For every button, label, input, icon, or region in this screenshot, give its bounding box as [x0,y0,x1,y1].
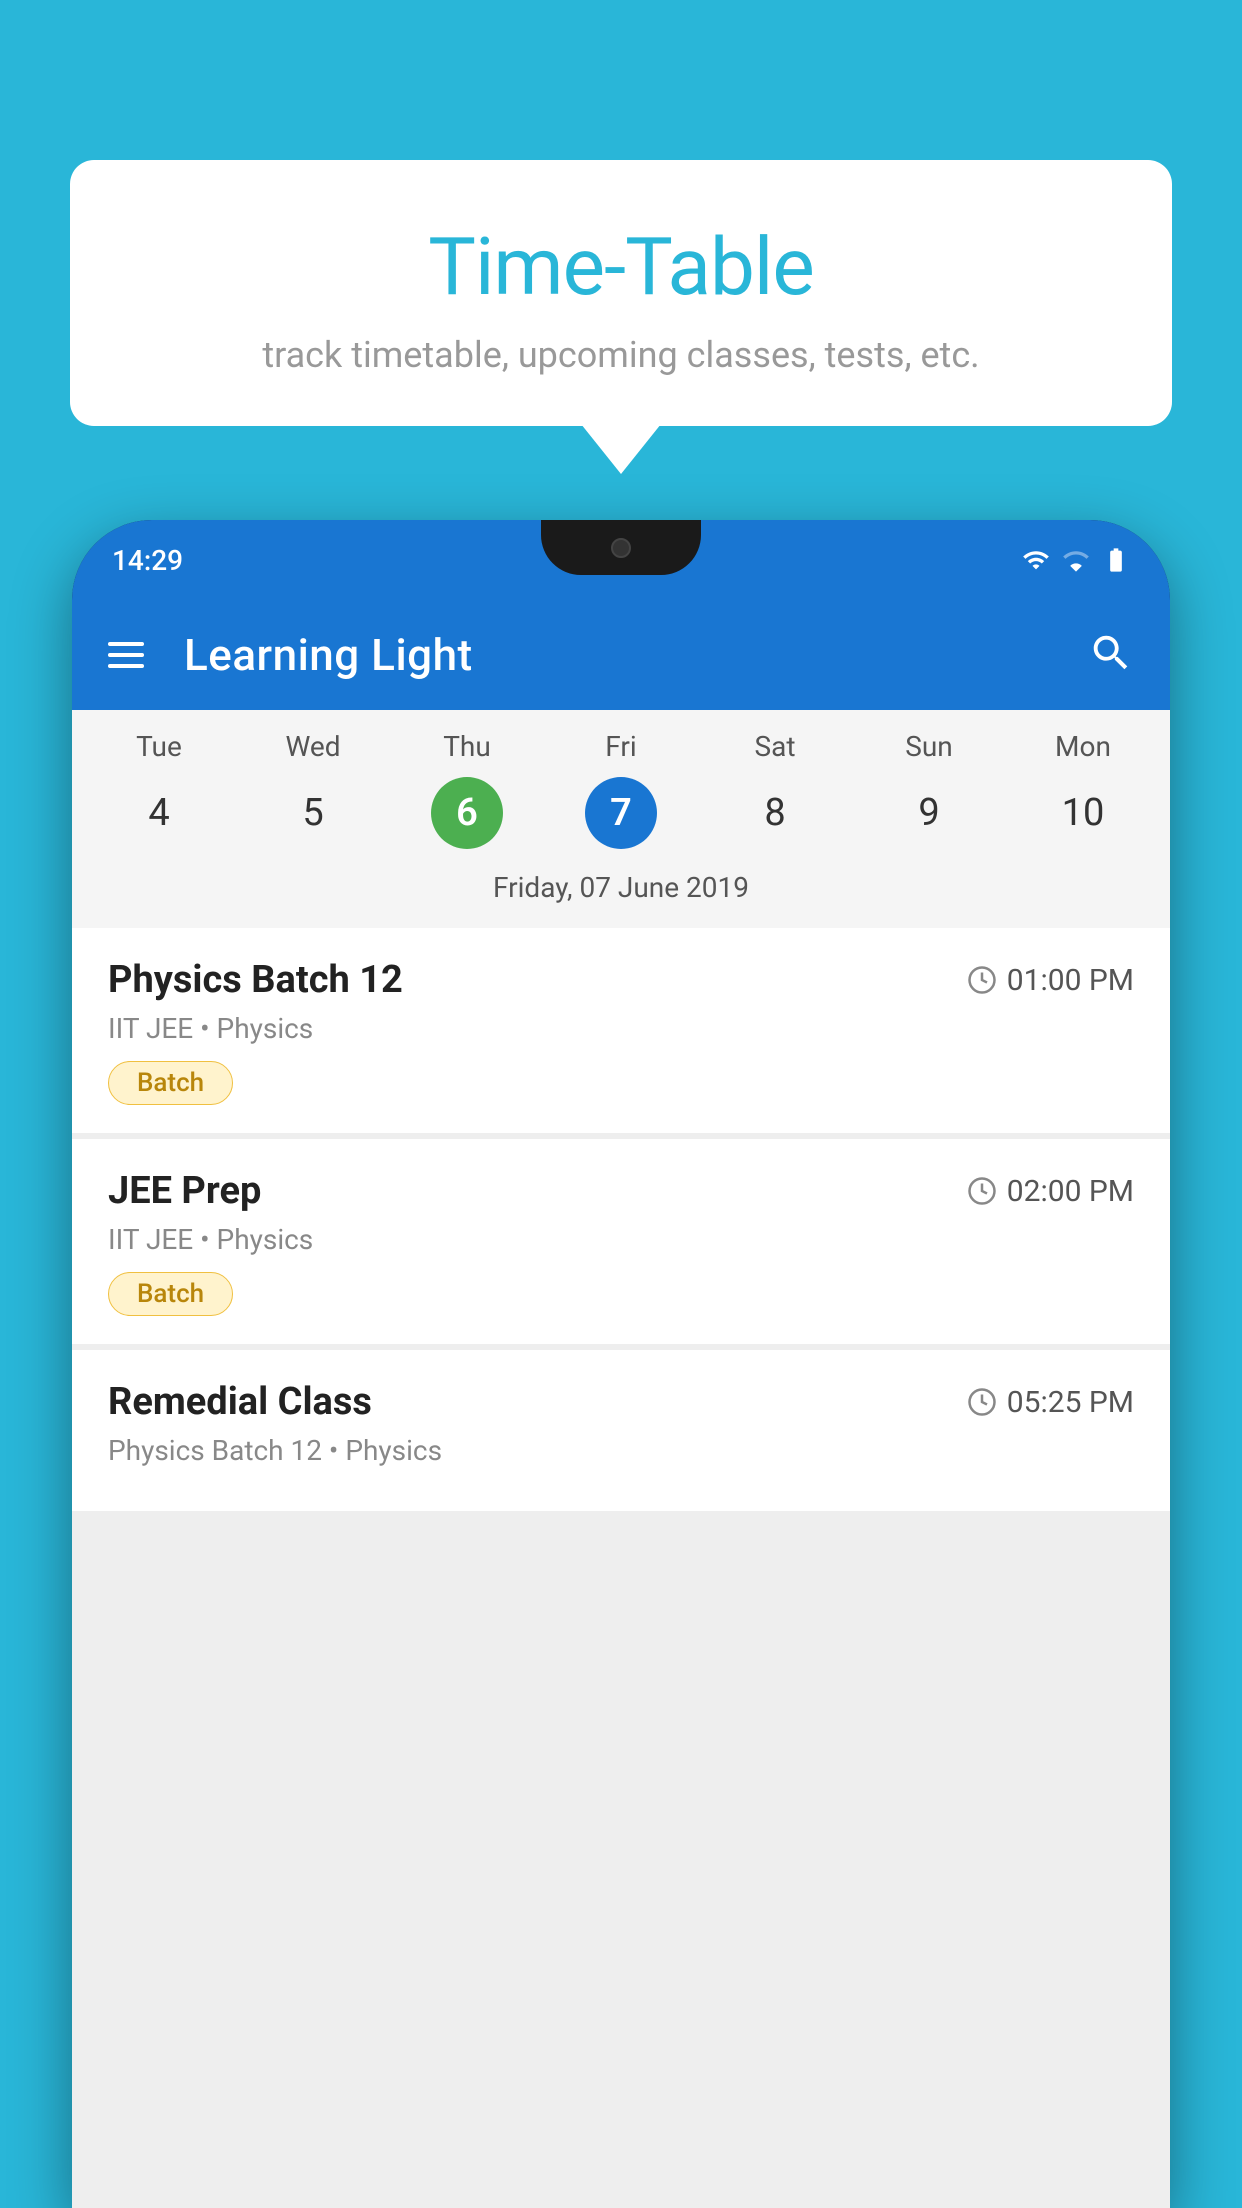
day-numbers-row: 4 5 6 7 8 9 10 [82,777,1160,849]
bubble-subtitle: track timetable, upcoming classes, tests… [110,334,1132,376]
schedule-item-2-subtitle: IIT JEE • Physics [108,1223,1134,1256]
wifi-icon [1022,546,1050,574]
day-6-today[interactable]: 6 [431,777,503,849]
schedule-item-1-time: 01:00 PM [967,963,1134,998]
search-icon [1088,630,1134,676]
day-7-selected[interactable]: 7 [585,777,657,849]
content-area: Physics Batch 12 01:00 PM IIT JEE • Phys… [72,928,1170,2208]
clock-icon-2 [967,1176,997,1206]
schedule-item-1-header: Physics Batch 12 01:00 PM [108,958,1134,1002]
hamburger-menu-button[interactable] [108,642,144,668]
app-bar: Learning Light [72,600,1170,710]
clock-icon-3 [967,1387,997,1417]
day-name-sat: Sat [698,730,852,763]
speech-bubble: Time-Table track timetable, upcoming cla… [70,160,1172,426]
schedule-item-3-time: 05:25 PM [967,1385,1134,1420]
status-bar: 14:29 [72,520,1170,600]
day-10[interactable]: 10 [1047,777,1119,849]
hamburger-line-1 [108,642,144,646]
day-name-fri: Fri [544,730,698,763]
day-name-sun: Sun [852,730,1006,763]
app-title: Learning Light [184,629,1058,681]
status-time: 14:29 [112,544,183,577]
schedule-item-2-header: JEE Prep 02:00 PM [108,1169,1134,1213]
schedule-item-1-title: Physics Batch 12 [108,958,403,1002]
day-9[interactable]: 9 [893,777,965,849]
day-name-mon: Mon [1006,730,1160,763]
clock-icon-1 [967,965,997,995]
day-names-row: Tue Wed Thu Fri Sat Sun Mon [82,730,1160,763]
hamburger-line-2 [108,653,144,657]
schedule-item-3[interactable]: Remedial Class 05:25 PM Physics Batch 12… [72,1350,1170,1511]
batch-badge-1: Batch [108,1061,233,1105]
camera-dot [611,538,631,558]
schedule-item-2-title: JEE Prep [108,1169,261,1213]
schedule-item-2-time: 02:00 PM [967,1174,1134,1209]
day-8[interactable]: 8 [739,777,811,849]
hamburger-line-3 [108,664,144,668]
phone-frame: 14:29 Learning Light [72,520,1170,2208]
batch-badge-2: Batch [108,1272,233,1316]
speech-bubble-container: Time-Table track timetable, upcoming cla… [70,160,1172,426]
schedule-item-1-subtitle: IIT JEE • Physics [108,1012,1134,1045]
day-name-tue: Tue [82,730,236,763]
day-name-thu: Thu [390,730,544,763]
day-5[interactable]: 5 [277,777,349,849]
battery-icon [1102,546,1130,574]
schedule-item-3-subtitle: Physics Batch 12 • Physics [108,1434,1134,1467]
schedule-item-2[interactable]: JEE Prep 02:00 PM IIT JEE • Physics Batc… [72,1139,1170,1344]
phone-notch [541,520,701,575]
day-name-wed: Wed [236,730,390,763]
bubble-title: Time-Table [110,220,1132,314]
schedule-item-3-header: Remedial Class 05:25 PM [108,1380,1134,1424]
day-4[interactable]: 4 [123,777,195,849]
schedule-item-1[interactable]: Physics Batch 12 01:00 PM IIT JEE • Phys… [72,928,1170,1133]
status-icons [1022,546,1130,574]
calendar-strip: Tue Wed Thu Fri Sat Sun Mon 4 5 6 7 8 9 … [72,710,1170,928]
schedule-item-3-title: Remedial Class [108,1380,372,1424]
search-button[interactable] [1088,630,1134,680]
signal-icon [1062,546,1090,574]
selected-date-label: Friday, 07 June 2019 [82,865,1160,918]
